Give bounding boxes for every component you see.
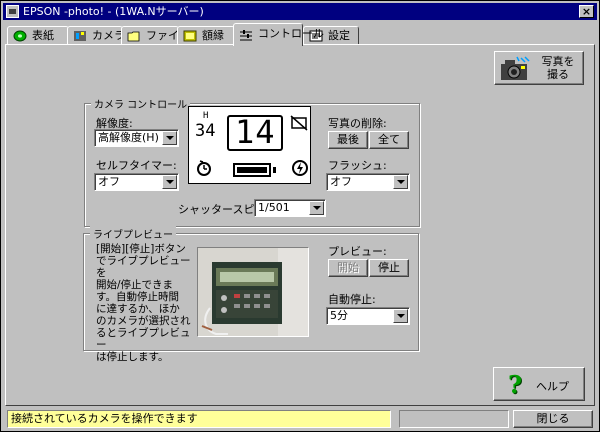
shutter-speed-value: 1/501	[258, 201, 290, 214]
app-window: EPSON -photo! - (1WA.Nサーバー) × 表紙 カメラ ファイ…	[0, 0, 600, 432]
description-line: るとライブプレビュー	[96, 327, 191, 351]
flash-off-icon	[292, 160, 308, 176]
self-timer-select[interactable]: オフ	[94, 173, 179, 191]
camera-lcd-display: H 34 14	[188, 106, 311, 184]
tab-camera[interactable]: カメラ	[67, 26, 125, 45]
control-panel: 写真を 撮る カメラ コントロール	[5, 44, 595, 406]
folder-icon	[127, 31, 140, 42]
auto-stop-value: 5分	[330, 309, 348, 322]
help-button[interactable]: ? ヘルプ	[493, 367, 585, 401]
delete-photo-label: 写真の削除:	[328, 117, 387, 130]
tab-strip: 表紙 カメラ ファイル 額縁 コントロール 設定	[5, 23, 595, 46]
resolution-value: 高解像度(H)	[98, 131, 159, 144]
take-photo-button[interactable]: 写真を 撮る	[494, 51, 584, 85]
preview-label: プレビュー:	[328, 245, 387, 258]
window-title: EPSON -photo! - (1WA.Nサーバー)	[23, 5, 204, 18]
self-timer-label: セルフタイマー:	[96, 159, 177, 172]
battery-tip	[273, 167, 276, 173]
close-window-button[interactable]: ×	[579, 5, 594, 18]
lcd-photo-count: 14	[235, 113, 276, 151]
take-photo-label-2: 撮る	[547, 68, 569, 81]
chevron-down-icon[interactable]	[162, 175, 177, 189]
tab-label: 額縁	[202, 29, 224, 42]
shutter-speed-select[interactable]: 1/501	[254, 199, 326, 217]
self-timer-value: オフ	[98, 175, 120, 188]
tab-cover[interactable]: 表紙	[7, 26, 69, 45]
control-icon	[240, 30, 252, 41]
tab-frame[interactable]: 額縁	[177, 26, 235, 45]
battery-icon	[233, 163, 271, 177]
camera-icon	[74, 31, 86, 41]
disc-icon	[13, 30, 27, 42]
no-photo-icon	[290, 115, 308, 131]
delete-all-button[interactable]: 全て	[369, 131, 409, 149]
take-photo-label-1: 写真を	[541, 55, 575, 68]
chevron-down-icon[interactable]	[393, 309, 408, 323]
flash-label: フラッシュ:	[328, 159, 387, 172]
live-preview-description: [開始][停止]ボタン でライブプレビューを 開始/停止できま す。自動停止時間…	[96, 243, 192, 363]
tab-control[interactable]: コントロール	[233, 23, 324, 46]
description-line: す。自動停止時間	[96, 291, 179, 303]
preview-start-button[interactable]: 開始	[328, 259, 368, 277]
tab-label: 設定	[328, 29, 350, 42]
camera-control-group-label: カメラ コントロール	[91, 96, 191, 111]
app-icon	[6, 5, 19, 18]
chevron-down-icon[interactable]	[309, 201, 324, 215]
status-pane	[399, 410, 509, 428]
self-timer-icon	[197, 160, 211, 176]
auto-stop-select[interactable]: 5分	[326, 307, 410, 325]
preview-photo	[198, 248, 308, 336]
auto-stop-label: 自動停止:	[328, 293, 376, 306]
camera-shoot-icon	[501, 56, 530, 80]
description-line: は停止します。	[96, 351, 169, 363]
description-line: に達するか、ほか	[96, 303, 180, 315]
title-bar[interactable]: EPSON -photo! - (1WA.Nサーバー) ×	[3, 3, 597, 20]
description-line: 開始/停止できま	[96, 279, 174, 291]
chevron-down-icon[interactable]	[162, 131, 177, 145]
live-preview-image	[197, 247, 309, 337]
description-line: [開始][停止]ボタン	[96, 243, 186, 255]
close-button[interactable]: 閉じる	[513, 410, 593, 428]
flash-select[interactable]: オフ	[326, 173, 410, 191]
status-bar: 接続されているカメラを操作できます 閉じる	[5, 409, 597, 429]
live-preview-group-label: ライブプレビュー	[90, 226, 176, 241]
lcd-resolution-mark: H	[203, 111, 209, 121]
tab-label: 表紙	[32, 29, 54, 42]
delete-last-button[interactable]: 最後	[328, 131, 368, 149]
tab-label: コントロール	[258, 27, 324, 40]
preview-stop-button[interactable]: 停止	[369, 259, 409, 277]
description-line: でライブプレビューを	[96, 255, 191, 279]
frame-icon	[183, 30, 197, 42]
flash-value: オフ	[330, 175, 352, 188]
chevron-down-icon[interactable]	[393, 175, 408, 189]
help-label: ヘルプ	[536, 380, 569, 393]
lcd-remaining-count: 34	[195, 121, 216, 141]
help-icon: ?	[508, 370, 523, 399]
tab-file[interactable]: ファイル	[121, 26, 190, 45]
description-line: のカメラが選択され	[96, 315, 191, 327]
status-message: 接続されているカメラを操作できます	[7, 410, 391, 428]
resolution-select[interactable]: 高解像度(H)	[94, 129, 179, 147]
